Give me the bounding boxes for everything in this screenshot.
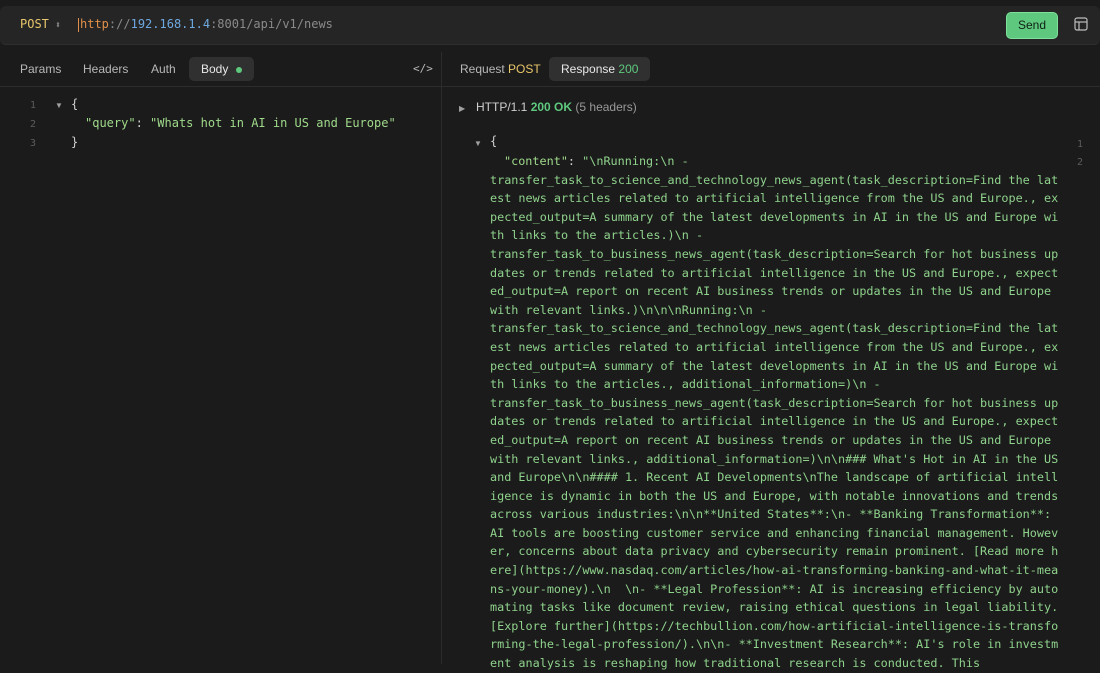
tab-response[interactable]: Response 200 bbox=[549, 57, 651, 81]
response-open-brace: { bbox=[490, 134, 498, 148]
collapse-triangle-icon[interactable]: ▼ bbox=[474, 139, 482, 148]
url-input[interactable]: http://192.168.1.4:8001/api/v1/news bbox=[78, 17, 333, 32]
url-scheme: http bbox=[80, 17, 109, 31]
layout-icon[interactable] bbox=[1074, 17, 1088, 31]
tab-response-label: Response bbox=[561, 62, 616, 76]
code-view-icon[interactable]: </> bbox=[413, 62, 433, 75]
tab-request[interactable]: Request POST bbox=[448, 57, 553, 81]
tab-request-method: POST bbox=[508, 62, 541, 76]
content-colon: : bbox=[567, 154, 576, 168]
tab-params[interactable]: Params bbox=[8, 57, 73, 81]
body-key: "query" bbox=[85, 116, 136, 130]
body-colon: : bbox=[135, 116, 143, 130]
line-number: 2 bbox=[1077, 157, 1084, 168]
line-number: 1 bbox=[30, 100, 37, 111]
modified-dot-icon bbox=[236, 66, 243, 73]
url-host: 192.168.1.4 bbox=[130, 17, 211, 31]
chevron-updown-icon: ⬍ bbox=[54, 20, 61, 31]
tab-body[interactable]: Body bbox=[189, 57, 255, 81]
line-number: 3 bbox=[30, 138, 37, 149]
url-separator: :// bbox=[108, 17, 131, 31]
status-code: 200 OK bbox=[530, 100, 573, 114]
content-key: "content" bbox=[504, 154, 568, 168]
text-cursor bbox=[78, 17, 79, 32]
body-value: "Whats hot in AI in US and Europe" bbox=[150, 116, 396, 130]
request-tabs: Params Headers Auth Body bbox=[0, 52, 441, 87]
status-protocol: HTTP/1.1 bbox=[476, 100, 528, 114]
open-brace: { bbox=[71, 97, 79, 111]
body-key-value: "query": "Whats hot in AI in US and Euro… bbox=[85, 116, 396, 130]
url-path: :8001/api/v1/news bbox=[210, 17, 333, 31]
method-select[interactable]: POST ⬍ bbox=[20, 17, 61, 31]
line-number: 2 bbox=[30, 119, 37, 130]
tab-body-label: Body bbox=[201, 62, 229, 76]
expand-headers-icon[interactable]: ▶ bbox=[459, 104, 465, 113]
tab-request-label: Request bbox=[460, 62, 505, 76]
pane-divider[interactable] bbox=[441, 52, 442, 664]
url-bar: POST ⬍ http://192.168.1.4:8001/api/v1/new… bbox=[0, 6, 1100, 45]
content-text: "\nRunning:\n - transfer_task_to_science… bbox=[490, 154, 1059, 671]
method-label: POST bbox=[20, 17, 49, 31]
close-brace: } bbox=[71, 135, 79, 149]
response-content: "content": "\nRunning:\n - transfer_task… bbox=[490, 152, 1060, 673]
headers-count: (5 headers) bbox=[575, 100, 637, 114]
line-number: 1 bbox=[1077, 139, 1084, 150]
response-tabs: Request POST Response 200 bbox=[442, 52, 1100, 87]
tab-headers[interactable]: Headers bbox=[71, 57, 140, 81]
tab-response-code: 200 bbox=[618, 62, 639, 76]
collapse-triangle-icon[interactable]: ▼ bbox=[55, 101, 63, 110]
tab-auth[interactable]: Auth bbox=[139, 57, 188, 81]
response-status[interactable]: HTTP/1.1 200 OK (5 headers) bbox=[476, 100, 637, 114]
send-button[interactable]: Send bbox=[1006, 12, 1058, 39]
